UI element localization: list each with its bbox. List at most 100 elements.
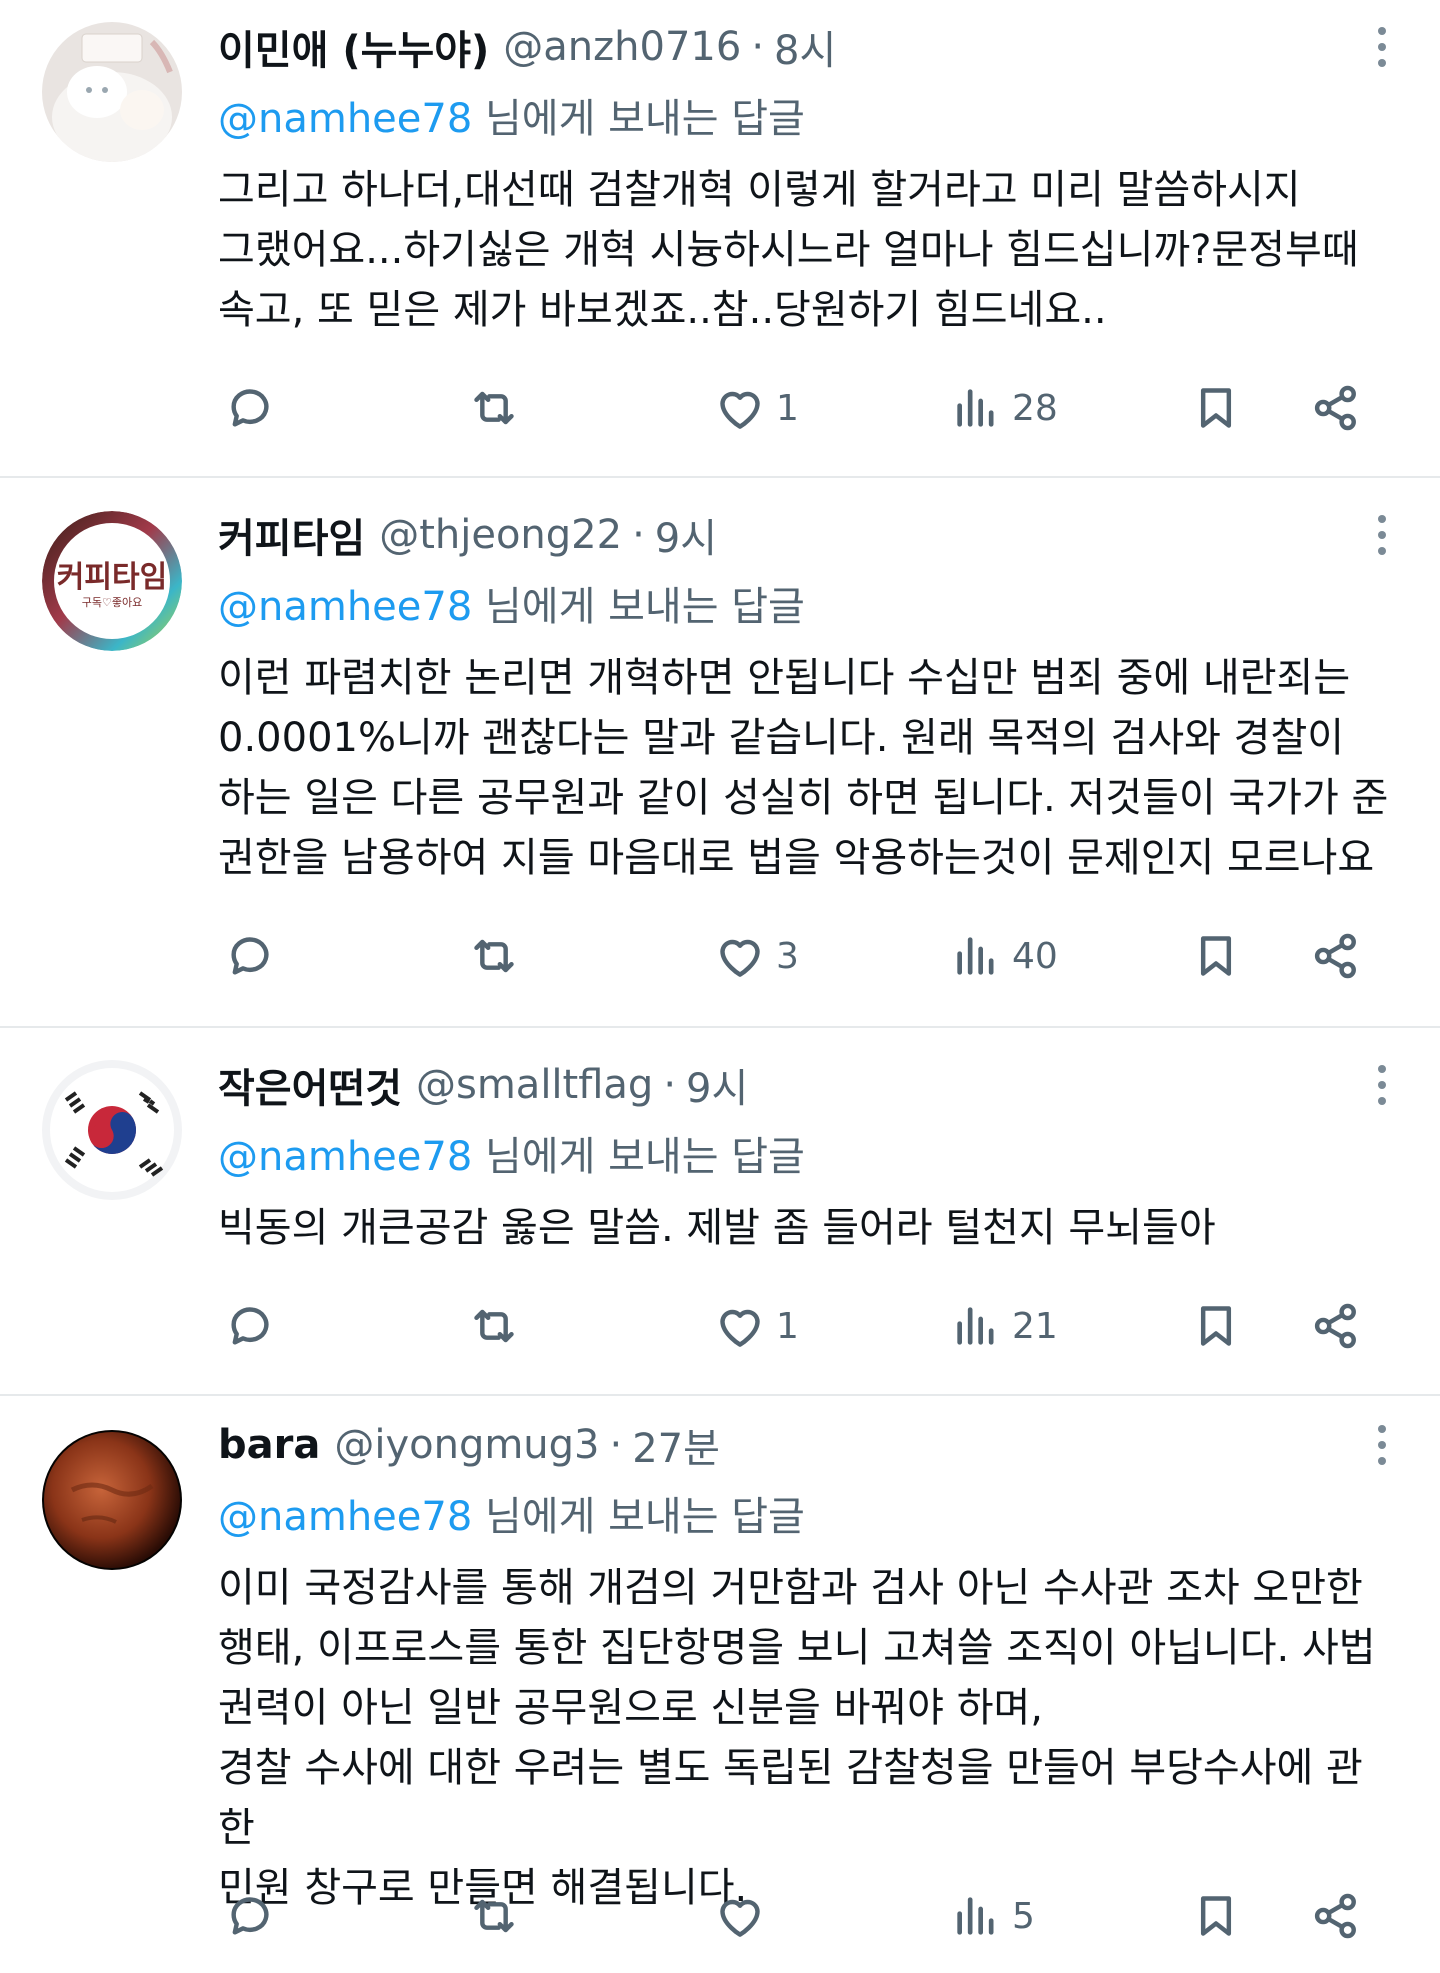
share-button[interactable] (1308, 378, 1364, 438)
tweet-text: 그리고 하나더,대선때 검찰개혁 이렇게 할거라고 미리 말씀하시지 그랬어요.… (218, 167, 1359, 333)
views-button[interactable]: 40 (948, 926, 1058, 986)
reply-context-label: 님에게 보내는 답글 (472, 96, 805, 142)
retweet-button[interactable] (466, 1886, 522, 1946)
retweet-icon (474, 1309, 514, 1343)
avatar[interactable] (42, 1060, 182, 1200)
tweet[interactable]: bara @iyongmug3 · 27분 @namhee78 님에게 보내는 … (0, 1394, 1440, 1973)
avatar[interactable] (42, 1430, 182, 1570)
like-icon (720, 391, 760, 429)
separator-dot: · (609, 1422, 623, 1468)
share-button[interactable] (1308, 926, 1364, 986)
timestamp[interactable]: 8시 (774, 18, 836, 76)
bookmark-icon (1200, 1896, 1232, 1936)
timestamp[interactable]: 27분 (632, 1416, 720, 1474)
display-name[interactable]: 이민애 (누누야) (218, 18, 489, 76)
share-button[interactable] (1308, 1886, 1364, 1946)
bookmark-icon (1200, 388, 1232, 428)
retweet-button[interactable] (466, 378, 522, 438)
retweet-button[interactable] (466, 926, 522, 986)
reply-icon (231, 1897, 269, 1935)
retweet-icon (474, 1899, 514, 1933)
like-count: 1 (776, 387, 799, 429)
mention-link[interactable]: @namhee78 (218, 96, 472, 142)
bookmark-button[interactable] (1188, 1886, 1244, 1946)
like-button[interactable]: 3 (712, 926, 799, 986)
tweet[interactable]: 커피타임 구독♡좋아요 커피타임 @thjeong22 · 9시 @namhee… (0, 476, 1440, 1028)
reply-button[interactable] (222, 1296, 278, 1356)
user-handle[interactable]: @thjeong22 (379, 512, 622, 558)
tweet[interactable]: 이민애 (누누야) @anzh0716 · 8시 @namhee78 님에게 보… (0, 0, 1440, 478)
views-icon (957, 1897, 994, 1935)
reply-button[interactable] (222, 1886, 278, 1946)
bookmark-icon (1200, 936, 1232, 976)
reply-context-label: 님에게 보내는 답글 (472, 1134, 805, 1180)
views-icon (957, 1307, 994, 1345)
separator-dot: · (663, 1062, 677, 1108)
mention-link[interactable]: @namhee78 (218, 1494, 472, 1540)
avatar[interactable]: 커피타임 구독♡좋아요 (42, 511, 182, 651)
reply-context: @namhee78 님에게 보내는 답글 (218, 580, 805, 634)
action-bar: 5 (0, 1886, 1440, 1946)
avatar-text: 커피타임 (57, 560, 167, 595)
mention-link[interactable]: @namhee78 (218, 584, 472, 630)
like-button[interactable] (712, 1886, 776, 1946)
views-button[interactable]: 28 (948, 378, 1058, 438)
views-count: 40 (1012, 935, 1058, 977)
action-bar: 1 28 (0, 378, 1440, 438)
separator-dot: · (751, 24, 765, 70)
more-icon[interactable] (1374, 508, 1390, 562)
display-name[interactable]: 작은어떤것 (218, 1056, 402, 1114)
more-icon[interactable] (1374, 20, 1390, 74)
timestamp[interactable]: 9시 (686, 1056, 748, 1114)
views-count: 28 (1012, 387, 1058, 429)
reply-button[interactable] (222, 378, 278, 438)
reply-icon (231, 389, 269, 427)
views-icon (957, 389, 994, 427)
views-count: 5 (1012, 1895, 1035, 1937)
action-bar: 3 40 (0, 926, 1440, 986)
reply-context-label: 님에게 보내는 답글 (472, 1494, 805, 1540)
separator-dot: · (632, 512, 645, 558)
tweet-text: 빅동의 개큰공감 옳은 말씀. 제발 좀 들어라 털천지 무뇌들아 (218, 1205, 1216, 1251)
bookmark-icon (1200, 1306, 1232, 1346)
like-count: 1 (776, 1305, 799, 1347)
reply-context: @namhee78 님에게 보내는 답글 (218, 92, 805, 146)
mention-link[interactable]: @namhee78 (218, 1134, 472, 1180)
share-icon (1314, 385, 1356, 431)
user-handle[interactable]: @smalltflag (416, 1062, 653, 1108)
more-icon[interactable] (1374, 1418, 1390, 1472)
like-icon (720, 1899, 760, 1937)
share-icon (1314, 1893, 1356, 1939)
reply-context: @namhee78 님에게 보내는 답글 (218, 1490, 805, 1544)
tweet[interactable]: 작은어떤것 @smalltflag · 9시 @namhee78 님에게 보내는… (0, 1026, 1440, 1396)
user-handle[interactable]: @anzh0716 (503, 24, 741, 70)
retweet-icon (474, 939, 514, 973)
bookmark-button[interactable] (1188, 926, 1244, 986)
display-name[interactable]: bara (218, 1422, 320, 1468)
like-button[interactable]: 1 (712, 1296, 799, 1356)
tweet-text: 이런 파렴치한 논리면 개혁하면 안됩니다 수십만 범죄 중에 내란죄는 0.0… (218, 655, 1389, 881)
tweet-text: 이미 국정감사를 통해 개검의 거만함과 검사 아닌 수사관 조차 오만한 행태… (218, 1565, 1376, 1911)
user-handle[interactable]: @iyongmug3 (334, 1422, 599, 1468)
reply-icon (231, 937, 269, 975)
like-button[interactable]: 1 (712, 378, 799, 438)
views-count: 21 (1012, 1305, 1058, 1347)
avatar[interactable] (42, 22, 182, 162)
more-icon[interactable] (1374, 1058, 1390, 1112)
timestamp[interactable]: 9시 (655, 506, 717, 564)
like-icon (720, 1309, 760, 1347)
bookmark-button[interactable] (1188, 378, 1244, 438)
action-bar: 1 21 (0, 1296, 1440, 1356)
bookmark-button[interactable] (1188, 1296, 1244, 1356)
retweet-button[interactable] (466, 1296, 522, 1356)
views-button[interactable]: 5 (948, 1886, 1035, 1946)
retweet-icon (474, 391, 514, 425)
display-name[interactable]: 커피타임 (218, 506, 365, 564)
reply-icon (231, 1307, 269, 1345)
reply-button[interactable] (222, 926, 278, 986)
views-button[interactable]: 21 (948, 1296, 1058, 1356)
share-button[interactable] (1308, 1296, 1364, 1356)
reply-context: @namhee78 님에게 보내는 답글 (218, 1130, 805, 1184)
avatar-subtext: 구독♡좋아요 (82, 596, 142, 609)
share-icon (1314, 1303, 1356, 1349)
